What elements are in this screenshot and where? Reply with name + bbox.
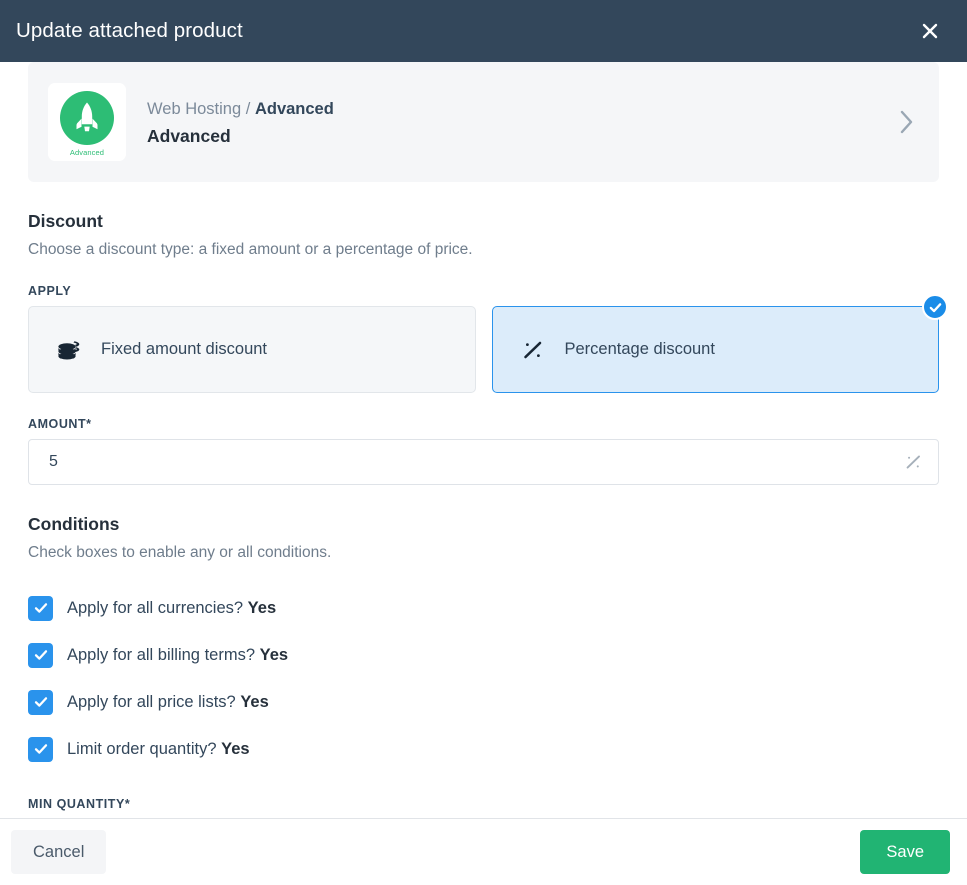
amount-label: AMOUNT* — [28, 417, 92, 432]
selected-check-icon — [922, 294, 948, 321]
checkbox-limit-order-quantity[interactable] — [28, 736, 53, 762]
apply-label: APPLY — [28, 284, 72, 299]
discount-type-options: Fixed amount discount Percentage discoun… — [28, 294, 948, 394]
breadcrumb-parent: Web Hosting — [147, 99, 242, 118]
conditions-checkbox-list: Apply for all currencies? Yes Apply for … — [28, 585, 939, 773]
condition-label-all-billing-terms: Apply for all billing terms? Yes — [67, 647, 288, 664]
option-fixed-amount-discount[interactable]: Fixed amount discount — [28, 306, 476, 394]
close-icon — [920, 21, 940, 41]
checkbox-all-price-lists[interactable] — [28, 689, 53, 715]
modal-header: Update attached product — [0, 0, 967, 62]
modal-body-scroll-area[interactable]: Advanced Web Hosting / Advanced Advanced… — [0, 62, 967, 818]
condition-label-all-price-lists: Apply for all price lists? Yes — [67, 694, 269, 711]
update-attached-product-modal: Update attached product Advanced Web Hos… — [0, 0, 967, 885]
option-fixed-amount-label: Fixed amount discount — [101, 340, 268, 359]
min-quantity-label: MIN QUANTITY* — [28, 796, 131, 811]
breadcrumb-separator: / — [245, 99, 251, 118]
condition-answer: Yes — [221, 739, 250, 758]
condition-question: Limit order quantity? — [67, 739, 217, 758]
breadcrumb: Web Hosting / Advanced — [147, 97, 898, 122]
product-thumbnail: Advanced — [48, 83, 126, 161]
condition-question: Apply for all currencies? — [67, 598, 244, 617]
product-name: Advanced — [147, 125, 231, 146]
condition-answer: Yes — [247, 598, 277, 617]
thumbnail-caption: Advanced — [69, 148, 105, 157]
option-percentage-discount[interactable]: Percentage discount — [491, 294, 948, 394]
modal-footer: Cancel Save — [0, 818, 967, 885]
option-percentage-label: Percentage discount — [564, 340, 715, 359]
discount-section: Discount Choose a discount type: a fixed… — [28, 210, 948, 486]
condition-row-all-currencies[interactable]: Apply for all currencies? Yes — [28, 585, 939, 632]
conditions-section: Conditions Check boxes to enable any or … — [28, 513, 939, 811]
rocket-icon — [60, 91, 114, 145]
discount-section-title: Discount — [28, 211, 103, 231]
condition-answer: Yes — [240, 692, 269, 711]
checkbox-all-currencies[interactable] — [28, 595, 53, 621]
page-title: Update attached product — [16, 18, 243, 42]
coins-stack-icon — [55, 338, 83, 362]
condition-label-limit-order-quantity: Limit order quantity? Yes — [67, 741, 250, 758]
conditions-section-description: Check boxes to enable any or all conditi… — [28, 543, 332, 561]
condition-row-limit-order-quantity[interactable]: Limit order quantity? Yes — [28, 726, 939, 773]
condition-label-all-currencies: Apply for all currencies? Yes — [67, 600, 276, 617]
cancel-button[interactable]: Cancel — [11, 829, 107, 875]
condition-question: Apply for all price lists? — [67, 692, 236, 711]
attached-product-card[interactable]: Advanced Web Hosting / Advanced Advanced — [28, 62, 939, 182]
save-button[interactable]: Save — [860, 829, 950, 875]
amount-field-wrapper — [28, 439, 939, 486]
conditions-section-title: Conditions — [28, 514, 120, 535]
condition-row-all-billing-terms[interactable]: Apply for all billing terms? Yes — [28, 632, 939, 679]
condition-question: Apply for all billing terms? — [67, 645, 255, 664]
percent-icon — [519, 338, 547, 362]
condition-answer: Yes — [259, 645, 289, 664]
chevron-right-icon[interactable] — [898, 109, 921, 135]
discount-section-description: Choose a discount type: a fixed amount o… — [28, 240, 473, 258]
breadcrumb-current: Advanced — [254, 99, 334, 118]
product-info: Web Hosting / Advanced Advanced — [147, 97, 898, 148]
amount-input[interactable] — [28, 439, 939, 486]
close-button[interactable] — [915, 16, 945, 46]
checkbox-all-billing-terms[interactable] — [28, 642, 53, 668]
condition-row-all-price-lists[interactable]: Apply for all price lists? Yes — [28, 679, 939, 726]
